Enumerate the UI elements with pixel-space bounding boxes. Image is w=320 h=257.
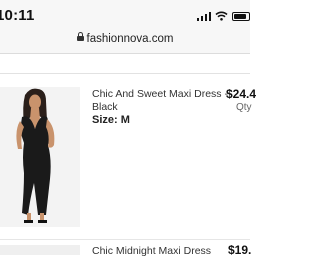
product-price: $24.4 — [226, 87, 257, 101]
product-name-link[interactable]: Chic Midnight Maxi Dress — [92, 245, 211, 257]
lock-icon — [76, 32, 84, 41]
signal-icon — [196, 11, 211, 21]
battery-icon — [232, 11, 250, 21]
status-time: 10:11 — [0, 7, 35, 24]
quantity-label[interactable]: Qty — [236, 102, 252, 113]
product-name-link[interactable]: Chic And Sweet Maxi Dress - Black — [92, 88, 237, 114]
status-bar: 10:11 — [0, 0, 250, 28]
url-text: fashionnova.com — [86, 33, 174, 45]
browser-address-bar[interactable]: fashionnova.com — [0, 28, 250, 54]
wifi-icon — [215, 11, 228, 21]
status-icons — [196, 11, 250, 21]
divider — [0, 239, 250, 240]
product-price: $19. — [228, 243, 252, 257]
url-display[interactable]: fashionnova.com — [0, 32, 250, 45]
product-image[interactable] — [0, 245, 80, 255]
product-size: Size: M — [92, 114, 130, 126]
product-image[interactable] — [0, 87, 80, 227]
divider — [0, 73, 250, 74]
